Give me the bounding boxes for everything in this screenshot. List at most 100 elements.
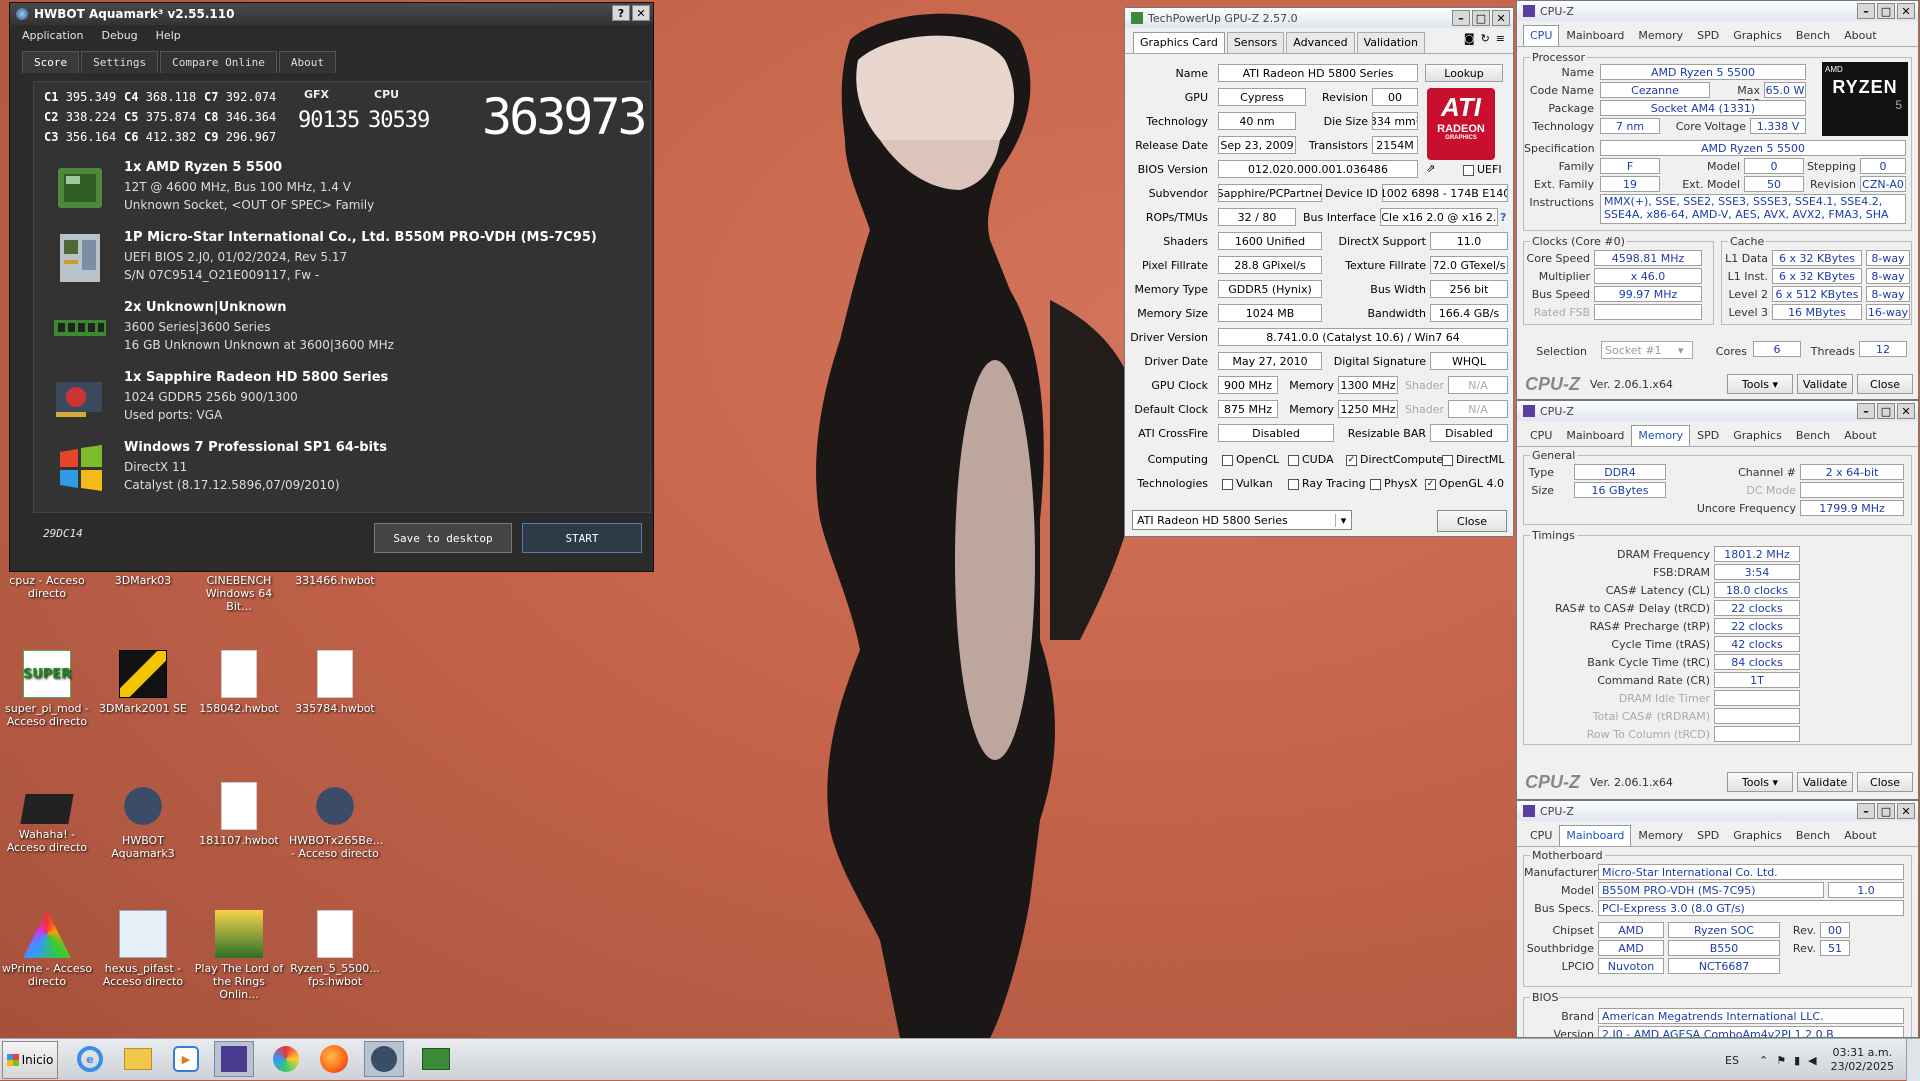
tab-cpu[interactable]: CPU — [1523, 25, 1560, 46]
minimize-icon[interactable]: – — [1452, 10, 1470, 26]
cuda-checkbox[interactable] — [1288, 454, 1299, 466]
close-button[interactable]: Close — [1857, 374, 1913, 394]
tab-bench[interactable]: Bench — [1789, 425, 1837, 446]
close-button[interactable]: Close — [1857, 772, 1913, 792]
directml-checkbox[interactable] — [1442, 454, 1453, 466]
maximize-icon[interactable]: □ — [1472, 10, 1490, 26]
maximize-icon[interactable]: □ — [1877, 3, 1895, 19]
desktop-icon-lotro[interactable]: Play The Lord of the Rings Onlin... — [193, 910, 285, 1001]
desktop-icon-3dmark2001[interactable]: 3DMark2001 SE — [97, 650, 189, 715]
network-icon[interactable]: ▮ — [1794, 1054, 1800, 1067]
help-button[interactable]: ? — [612, 5, 630, 21]
uefi-checkbox[interactable] — [1463, 164, 1474, 176]
tab-mainboard[interactable]: Mainboard — [1559, 25, 1631, 46]
save-to-desktop-button[interactable]: Save to desktop — [374, 523, 512, 553]
socket-select[interactable]: Socket #1 ▾ — [1601, 341, 1693, 359]
desktop-icon-331466[interactable]: 331466.hwbot — [289, 574, 381, 587]
desktop-icon-cpuz[interactable]: cpuz - Acceso directo — [1, 574, 93, 600]
tab-mainboard[interactable]: Mainboard — [1559, 825, 1632, 846]
desktop-icon-335784[interactable]: 335784.hwbot — [289, 650, 381, 715]
directcompute-checkbox[interactable]: ✓ — [1346, 454, 1357, 466]
taskbar-app-gpuz[interactable] — [416, 1041, 456, 1077]
desktop-icon-ryzen-hwbot[interactable]: Ryzen_5_5500... fps.hwbot — [289, 910, 381, 988]
tab-bench[interactable]: Bench — [1789, 825, 1837, 846]
paint-icon[interactable] — [266, 1041, 306, 1077]
close-icon[interactable]: ✕ — [1897, 3, 1915, 19]
aquamark-titlebar[interactable]: HWBOT Aquamark³ v2.55.110 — [10, 3, 653, 25]
vulkan-checkbox[interactable] — [1222, 478, 1233, 490]
firefox-icon[interactable] — [314, 1041, 354, 1077]
internet-explorer-icon[interactable]: e — [70, 1041, 110, 1077]
minimize-icon[interactable]: – — [1857, 803, 1875, 819]
tools-button[interactable]: Tools ▾ — [1727, 374, 1793, 394]
show-desktop-button[interactable] — [1906, 1039, 1920, 1081]
physx-checkbox[interactable] — [1370, 478, 1381, 490]
close-icon[interactable]: ✕ — [632, 5, 650, 21]
tab-about[interactable]: About — [1837, 425, 1884, 446]
refresh-icon[interactable]: ↻ — [1481, 32, 1490, 53]
tab-graphics[interactable]: Graphics — [1726, 25, 1789, 46]
gpu-select-dropdown[interactable]: ATI Radeon HD 5800 Series ▾ — [1132, 510, 1352, 530]
desktop-icon-pifast[interactable]: hexus_pifast - Acceso directo — [97, 910, 189, 988]
tab-about[interactable]: About — [1837, 25, 1884, 46]
close-icon[interactable]: ✕ — [1492, 10, 1510, 26]
minimize-icon[interactable]: – — [1857, 403, 1875, 419]
tab-advanced[interactable]: Advanced — [1286, 32, 1355, 53]
tab-compare-online[interactable]: Compare Online — [160, 51, 277, 73]
menu-help[interactable]: Help — [156, 29, 181, 42]
desktop-icon-wprime[interactable]: wPrime - Acceso directo — [1, 910, 93, 988]
tab-sensors[interactable]: Sensors — [1226, 32, 1285, 53]
tab-graphics[interactable]: Graphics — [1726, 425, 1789, 446]
tab-memory[interactable]: Memory — [1631, 425, 1691, 446]
tab-spd[interactable]: SPD — [1690, 25, 1726, 46]
tab-bench[interactable]: Bench — [1789, 25, 1837, 46]
menu-application[interactable]: Application — [22, 29, 83, 42]
tab-cpu[interactable]: CPU — [1523, 425, 1559, 446]
maximize-icon[interactable]: □ — [1877, 803, 1895, 819]
language-indicator[interactable]: ES — [1725, 1054, 1739, 1067]
desktop-icon-wahaha[interactable]: Wahaha! - Acceso directo — [1, 782, 93, 854]
media-player-icon[interactable]: ▶ — [166, 1041, 206, 1077]
volume-icon[interactable]: ◀ — [1808, 1054, 1816, 1067]
desktop-icon-aquamark3[interactable]: HWBOT Aquamark3 — [97, 782, 189, 860]
tab-cpu[interactable]: CPU — [1523, 825, 1559, 846]
close-icon[interactable]: ✕ — [1897, 803, 1915, 819]
desktop-icon-158042[interactable]: 158042.hwbot — [193, 650, 285, 715]
desktop-icon-181107[interactable]: 181107.hwbot — [193, 782, 285, 847]
validate-button[interactable]: Validate — [1797, 772, 1853, 792]
clock[interactable]: 03:31 a.m. 23/02/2025 — [1831, 1046, 1894, 1074]
maximize-icon[interactable]: □ — [1877, 403, 1895, 419]
desktop-icon-superpi[interactable]: SUPER super_pi_mod - Acceso directo — [1, 650, 93, 728]
tab-about[interactable]: About — [1837, 825, 1884, 846]
show-hidden-icons[interactable]: ⌃ — [1759, 1054, 1768, 1067]
lookup-button[interactable]: Lookup — [1425, 64, 1503, 82]
gpuz-close-button[interactable]: Close — [1437, 510, 1507, 532]
desktop-icon-hwbotx265[interactable]: HWBOTx265Be... - Acceso directo — [289, 782, 383, 860]
file-explorer-icon[interactable] — [118, 1041, 158, 1077]
taskbar-app-aquamark[interactable] — [364, 1041, 404, 1077]
tab-spd[interactable]: SPD — [1690, 825, 1726, 846]
tab-memory[interactable]: Memory — [1631, 25, 1690, 46]
tab-settings[interactable]: Settings — [81, 51, 159, 73]
tab-score[interactable]: Score — [22, 51, 80, 73]
close-icon[interactable]: ✕ — [1897, 403, 1915, 419]
start-button[interactable]: Inicio — [2, 1040, 58, 1079]
tab-memory[interactable]: Memory — [1631, 825, 1690, 846]
minimize-icon[interactable]: – — [1857, 3, 1875, 19]
tools-button[interactable]: Tools ▾ — [1727, 772, 1793, 792]
help-icon[interactable]: ? — [1500, 211, 1506, 224]
desktop-icon-cinebench[interactable]: CINEBENCH Windows 64 Bit... — [193, 574, 285, 613]
taskbar-app-cpuz[interactable] — [214, 1041, 254, 1077]
share-icon[interactable]: ⇗ — [1426, 162, 1435, 175]
raytracing-checkbox[interactable] — [1288, 478, 1299, 490]
menu-debug[interactable]: Debug — [101, 29, 137, 42]
opengl-checkbox[interactable]: ✓ — [1425, 478, 1436, 490]
validate-button[interactable]: Validate — [1797, 374, 1853, 394]
tab-graphics[interactable]: Graphics — [1726, 825, 1789, 846]
tab-validation[interactable]: Validation — [1356, 32, 1425, 53]
camera-icon[interactable]: ◙ — [1464, 32, 1475, 53]
menu-icon[interactable]: ≡ — [1496, 32, 1505, 53]
tab-graphics-card[interactable]: Graphics Card — [1133, 32, 1225, 53]
tab-mainboard[interactable]: Mainboard — [1559, 425, 1631, 446]
start-button[interactable]: START — [522, 523, 642, 553]
